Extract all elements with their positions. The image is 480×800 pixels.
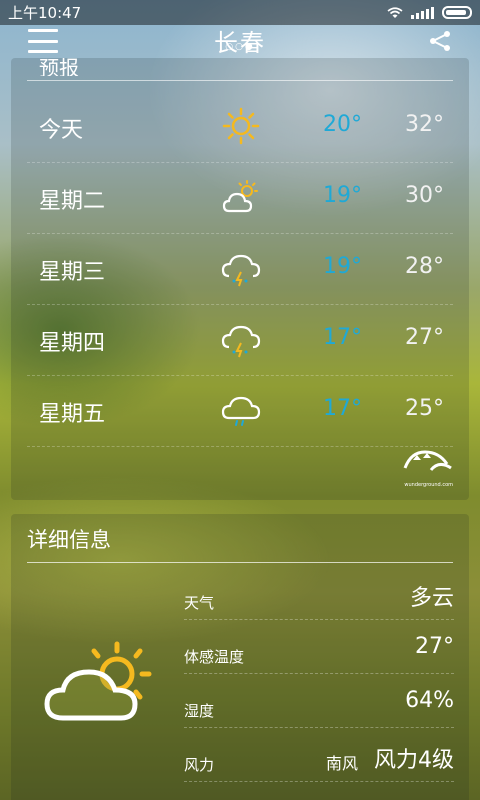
status-icons (387, 6, 472, 19)
battery-icon (442, 6, 472, 19)
day-low-temp: 19° (323, 254, 362, 279)
divider (27, 80, 453, 81)
day-high-temp: 32° (405, 112, 444, 137)
detail-value: 27° (415, 634, 454, 659)
detail-value: 多云 (409, 586, 454, 611)
detail-row-weather: 天气 多云 (184, 566, 454, 620)
day-low-temp: 17° (323, 396, 362, 421)
day-name: 星期二 (39, 189, 106, 214)
forecast-row: 今天 20° 32° (27, 92, 453, 163)
provider-link[interactable]: wunderground.com (404, 482, 453, 488)
day-name: 星期五 (39, 402, 106, 427)
forecast-row: 星期五 17° 25° (27, 376, 453, 447)
rain-icon (221, 396, 261, 426)
detail-value: 风力4级 (374, 748, 454, 773)
day-low-temp: 19° (323, 183, 362, 208)
forecast-row: 星期二 19° 30° (27, 163, 453, 234)
day-name: 今天 (39, 118, 84, 143)
wunderground-logo-icon[interactable] (403, 446, 453, 476)
partly-cloudy-icon (222, 180, 258, 213)
status-bar: 上午10:47 (0, 0, 480, 25)
thunder-rain-icon (221, 254, 261, 287)
day-high-temp: 25° (405, 396, 444, 421)
detail-label: 体感温度 (184, 648, 245, 666)
thunder-rain-icon (221, 325, 261, 358)
day-name: 星期四 (39, 331, 106, 356)
day-high-temp: 27° (405, 325, 444, 350)
detail-row-feels-like: 体感温度 27° (184, 620, 454, 674)
partly-cloudy-icon (44, 641, 152, 721)
day-low-temp: 20° (323, 112, 362, 137)
detail-label: 风力 (184, 756, 215, 774)
sun-icon (222, 107, 260, 145)
wifi-icon (387, 6, 403, 18)
forecast-title: 预报 (39, 56, 79, 76)
detail-row-humidity: 湿度 64% (184, 674, 454, 728)
page-indicator: ○○● (225, 42, 255, 52)
detail-value: 64% (405, 688, 454, 713)
detail-row-wind: 风力 南风 风力4级 (184, 728, 454, 782)
detail-label: 天气 (184, 594, 215, 612)
forecast-row: 星期三 19° 28° (27, 234, 453, 305)
day-low-temp: 17° (323, 325, 362, 350)
signal-icon (411, 6, 434, 19)
day-high-temp: 30° (405, 183, 444, 208)
wind-direction: 南风 (325, 754, 358, 773)
day-high-temp: 28° (405, 254, 444, 279)
city-title: 长春 (214, 28, 266, 57)
details-card: 详细信息 天气 多云 体感温度 27° 湿度 64% 风力 南风 风力4级 (11, 514, 469, 800)
details-title: 详细信息 (27, 528, 111, 552)
day-name: 星期三 (39, 260, 106, 285)
divider (27, 562, 453, 563)
forecast-row: 星期四 17° 27° (27, 305, 453, 376)
detail-label: 湿度 (184, 702, 215, 720)
forecast-card: 预报 今天 20° 32° 星期二 19° 30° 星期三 19° 28° 星期… (11, 56, 469, 500)
status-time: 上午10:47 (8, 4, 82, 22)
